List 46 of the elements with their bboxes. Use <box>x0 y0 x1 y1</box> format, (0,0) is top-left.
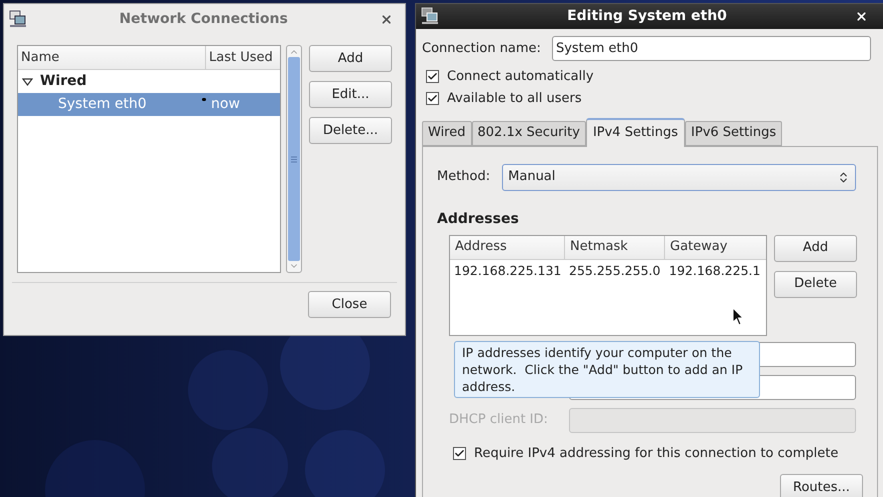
routes-button[interactable]: Routes... <box>780 474 863 497</box>
action-button[interactable]: Edit... <box>309 81 392 108</box>
tooltip: IP addresses identify your computer on the network. Click the "Add" button to add an IP address. <box>454 341 760 398</box>
address-button[interactable]: Delete <box>774 270 857 298</box>
column-header[interactable]: Name <box>18 46 206 69</box>
column-header[interactable]: Netmask <box>565 236 665 258</box>
last-used: now <box>211 95 240 114</box>
scroll-thumb[interactable] <box>288 57 300 261</box>
cursor-icon <box>732 307 744 326</box>
connection-name-field[interactable]: System eth0 <box>552 36 871 61</box>
window-title: Network Connections <box>118 10 289 28</box>
column-header[interactable]: Address <box>450 236 565 258</box>
network-icon <box>421 7 439 26</box>
table-cell-text: 192.168.225.1 <box>668 262 760 280</box>
expanded-triangle-icon[interactable] <box>22 76 33 86</box>
connection-name-label: Connection name: <box>422 40 541 58</box>
scrollbar[interactable] <box>286 45 302 273</box>
action-button[interactable]: Delete... <box>309 117 392 144</box>
column-header[interactable]: Gateway <box>665 236 766 258</box>
checkbox[interactable] <box>453 446 466 460</box>
tab[interactable]: IPv6 Settings <box>685 120 782 146</box>
group-label: Wired <box>40 72 87 91</box>
close-button[interactable]: Close <box>308 291 391 318</box>
checkbox-label: Connect automatically <box>447 68 594 86</box>
close-icon[interactable] <box>380 12 393 26</box>
table-cell-text: 192.168.225.131 <box>453 262 562 280</box>
window-title: Editing System eth0 <box>566 6 728 26</box>
addresses-heading: Addresses <box>437 210 520 228</box>
method-label: Method: <box>437 168 490 186</box>
tab[interactable]: IPv4 Settings <box>586 118 686 146</box>
checkbox[interactable] <box>426 70 439 83</box>
checkbox-label: Available to all users <box>447 90 582 108</box>
table-cell-text: 255.255.255.0 <box>568 262 662 280</box>
checkbox[interactable] <box>426 92 439 105</box>
connection-name: System eth0 <box>57 95 148 114</box>
tab[interactable]: 802.1x Security <box>472 120 586 146</box>
network-icon <box>9 10 27 28</box>
column-header[interactable]: Last Used <box>206 46 280 69</box>
grip-icon <box>291 156 298 162</box>
checkbox-label: Require IPv4 addressing for this connection to complete <box>474 444 838 462</box>
method-dropdown[interactable]: Manual <box>502 164 856 190</box>
action-button[interactable]: Add <box>309 45 392 72</box>
address-button[interactable]: Add <box>774 234 857 262</box>
field-label: DHCP client ID: <box>449 411 549 430</box>
tab[interactable]: Wired <box>422 120 472 146</box>
close-icon[interactable] <box>855 10 868 23</box>
